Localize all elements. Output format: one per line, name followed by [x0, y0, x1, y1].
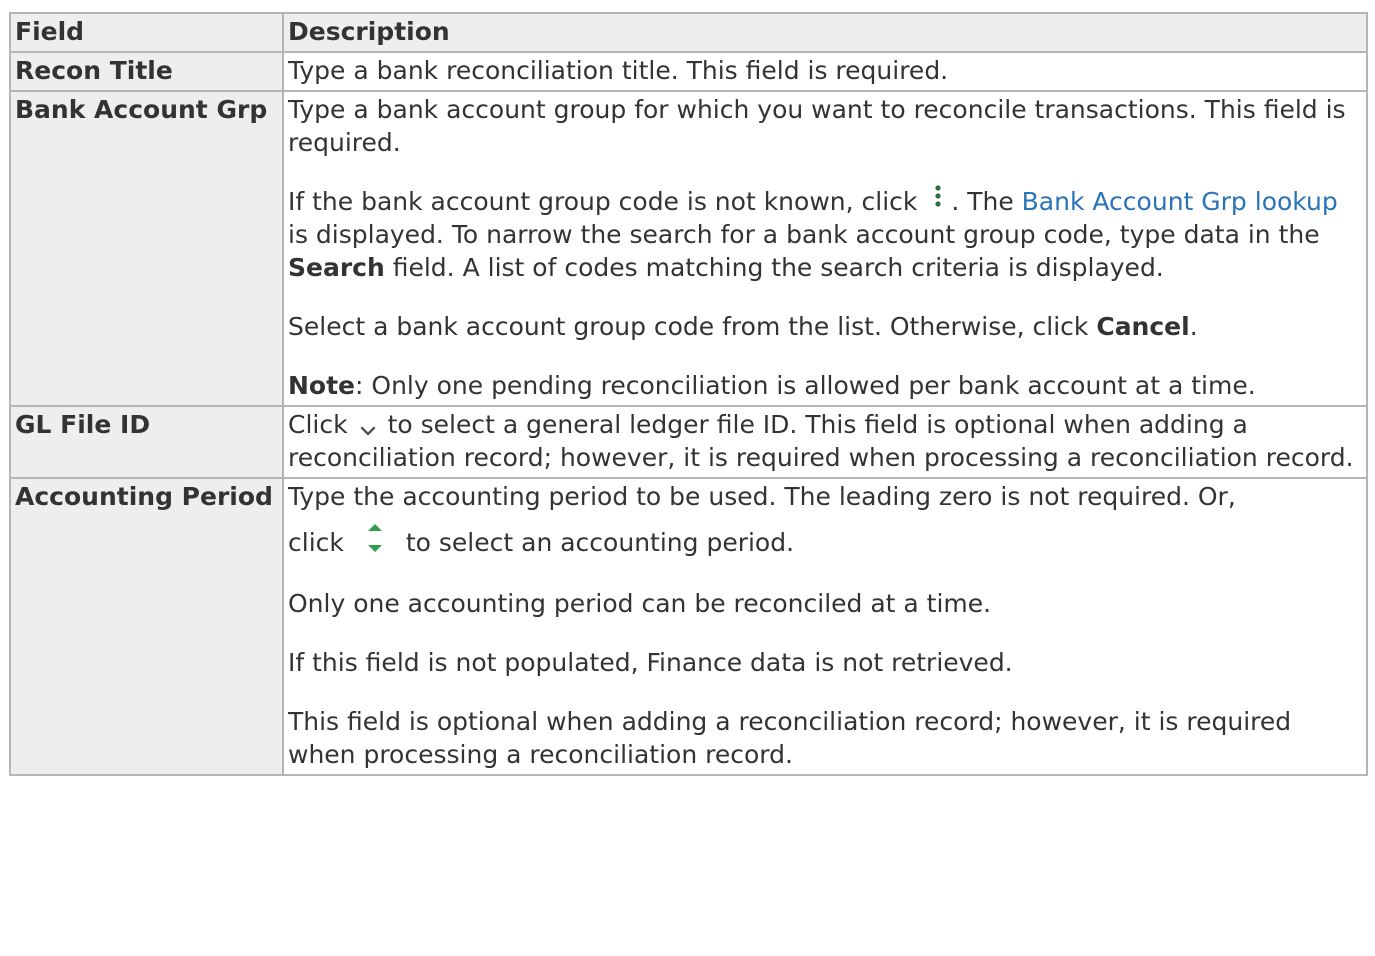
- text: Type the accounting period to be used. T…: [288, 482, 1236, 511]
- desc-bank-account-grp: Type a bank account group for which you …: [282, 90, 1368, 407]
- paragraph: Note: Only one pending reconciliation is…: [288, 369, 1362, 402]
- field-description-table: Field Description Recon Title Type a ban…: [9, 12, 1368, 776]
- field-bank-account-grp: Bank Account Grp: [9, 90, 284, 407]
- paragraph: This field is optional when adding a rec…: [288, 707, 1292, 769]
- paragraph: If the bank account group code is not kn…: [288, 185, 1362, 284]
- text: to select a general ledger file ID. This…: [288, 410, 1354, 472]
- paragraph: Type the accounting period to be used. T…: [288, 480, 1362, 573]
- table-row: GL File ID Click to select a general led…: [9, 405, 1368, 479]
- header-field: Field: [9, 12, 284, 53]
- text: Select a bank account group code from th…: [288, 312, 1089, 341]
- table-header-row: Field Description: [9, 12, 1368, 53]
- field-recon-title: Recon Title: [9, 51, 284, 92]
- paragraph: Type a bank account group for which you …: [288, 95, 1346, 157]
- header-description: Description: [282, 12, 1368, 53]
- vertical-dots-icon[interactable]: [931, 183, 945, 211]
- note-label: Note: [288, 371, 356, 400]
- table-row: Recon Title Type a bank reconciliation t…: [9, 51, 1368, 92]
- desc-accounting-period: Type the accounting period to be used. T…: [282, 477, 1368, 776]
- bank-account-grp-lookup-link[interactable]: Bank Account Grp lookup: [1022, 187, 1338, 216]
- search-term: Search: [288, 253, 385, 282]
- text: field. A list of codes matching the sear…: [392, 253, 1164, 282]
- text-line: click to select an accounting period.: [288, 524, 795, 557]
- table-row: Bank Account Grp Type a bank account gro…: [9, 90, 1368, 407]
- text: click: [288, 528, 344, 557]
- spinner-up-down-icon[interactable]: [364, 517, 386, 552]
- text: to select an accounting period.: [405, 528, 795, 557]
- text: . The: [951, 187, 1014, 216]
- text: Click: [288, 410, 348, 439]
- field-gl-file-id: GL File ID: [9, 405, 284, 479]
- text: .: [1189, 312, 1198, 341]
- text: is displayed. To narrow the search for a…: [288, 220, 1320, 249]
- field-accounting-period: Accounting Period: [9, 477, 284, 776]
- chevron-down-icon[interactable]: [358, 414, 378, 436]
- text: If the bank account group code is not kn…: [288, 187, 918, 216]
- text: : Only one pending reconciliation is all…: [355, 371, 1256, 400]
- desc-recon-title: Type a bank reconciliation title. This f…: [282, 51, 1368, 92]
- cancel-term: Cancel: [1096, 312, 1190, 341]
- paragraph: If this field is not populated, Finance …: [288, 648, 1013, 677]
- table-row: Accounting Period Type the accounting pe…: [9, 477, 1368, 776]
- desc-gl-file-id: Click to select a general ledger file ID…: [282, 405, 1368, 479]
- paragraph: Select a bank account group code from th…: [288, 310, 1362, 343]
- paragraph: Only one accounting period can be reconc…: [288, 589, 992, 618]
